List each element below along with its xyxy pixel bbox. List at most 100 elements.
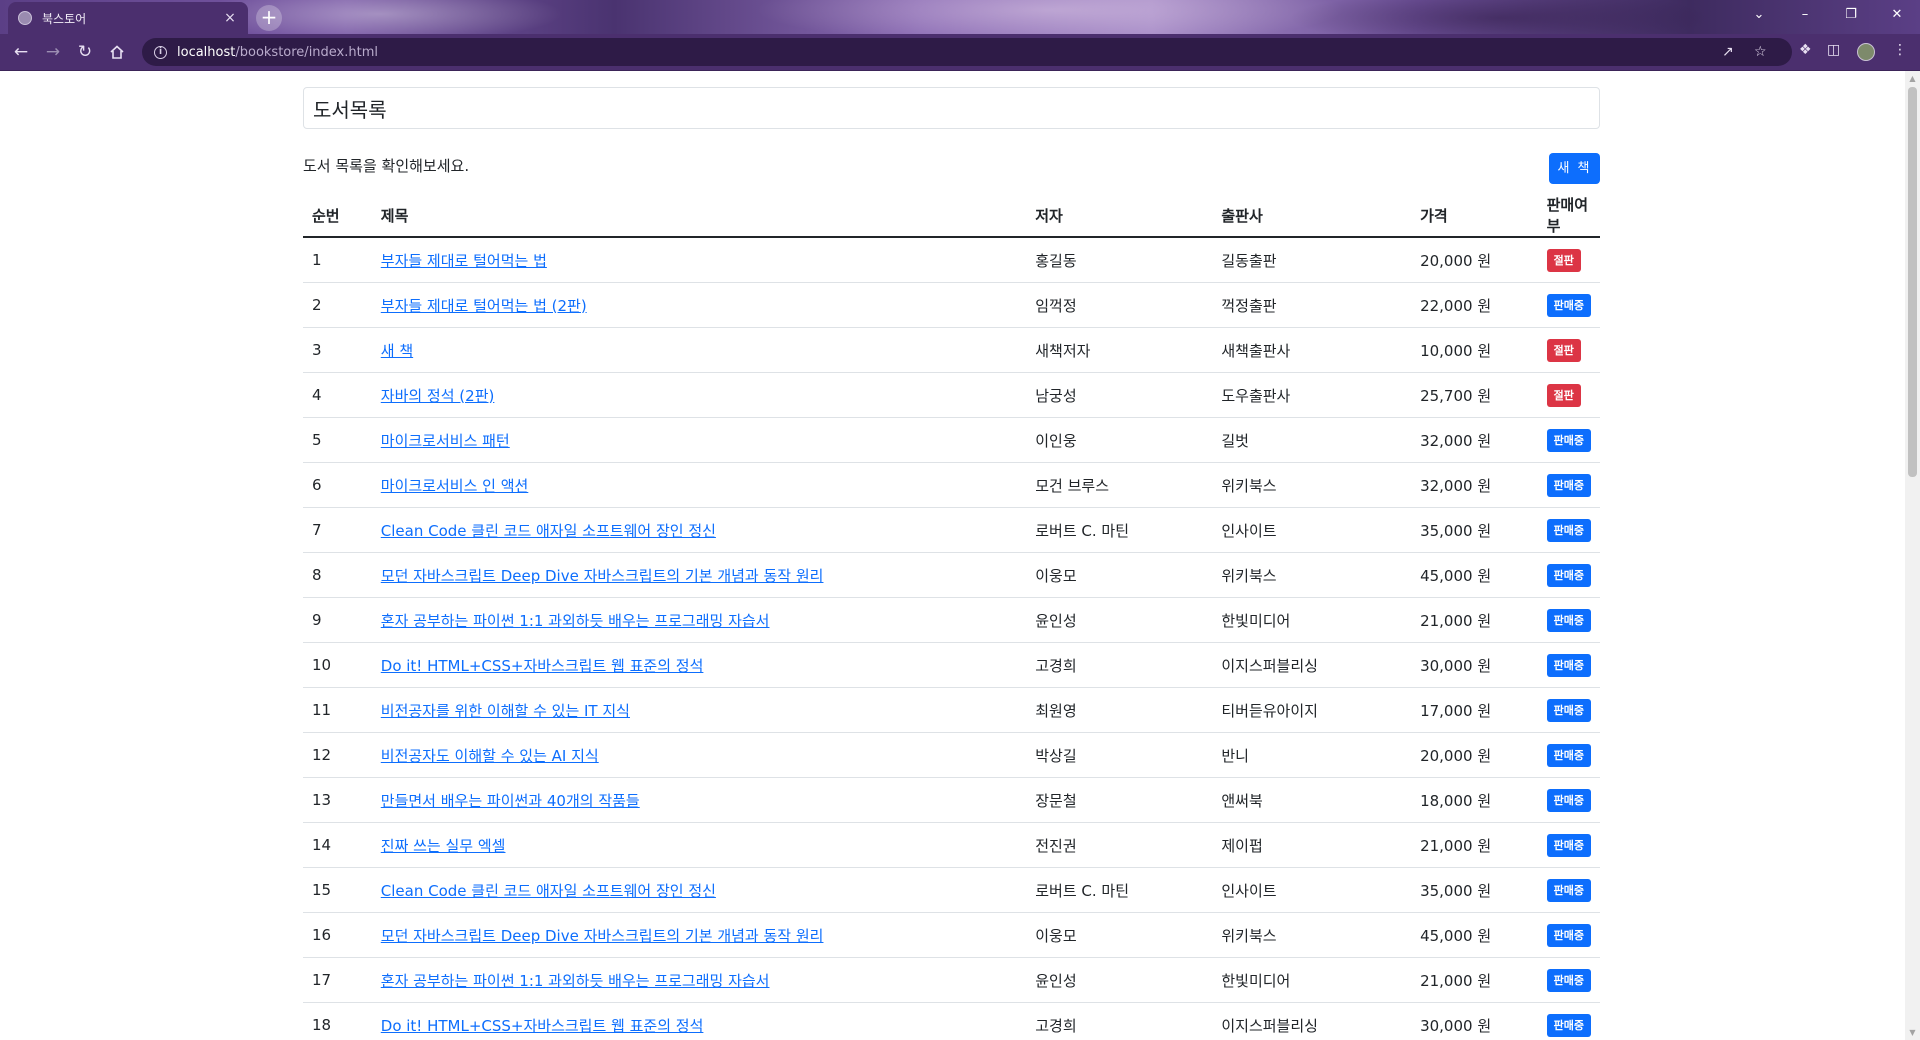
cell-title: 진짜 쓰는 실무 엑셀 xyxy=(371,822,1027,868)
book-title-link[interactable]: 부자들 제대로 털어먹는 법 (2판) xyxy=(381,297,587,315)
status-badge: 판매중 xyxy=(1546,563,1591,587)
status-badge: 판매중 xyxy=(1546,608,1591,632)
cell-title: Do it! HTML+CSS+자바스크립트 웹 표준의 정석 xyxy=(371,642,1027,688)
sidepanel-icon[interactable]: ◫ xyxy=(1827,42,1840,58)
star-icon[interactable]: ☆ xyxy=(1754,44,1767,60)
cell-status: 판매중 xyxy=(1537,822,1600,868)
cell-status: 판매중 xyxy=(1537,462,1600,508)
cell-price: 20,000 원 xyxy=(1411,732,1538,778)
book-title-link[interactable]: 마이크로서비스 패턴 xyxy=(381,432,510,450)
share-icon[interactable]: ↗ xyxy=(1722,44,1734,60)
cell-status: 판매중 xyxy=(1537,507,1600,553)
extensions-icon[interactable]: ❖ xyxy=(1799,42,1812,58)
cell-publisher: 인사이트 xyxy=(1212,867,1412,913)
book-title-link[interactable]: 마이크로서비스 인 액션 xyxy=(381,477,529,495)
table-row: 16 모던 자바스크립트 Deep Dive 자바스크립트의 기본 개념과 동작 … xyxy=(303,912,1600,958)
table-row: 10 Do it! HTML+CSS+자바스크립트 웹 표준의 정석 고경희 이지스퍼… xyxy=(303,642,1600,688)
cell-title: 마이크로서비스 패턴 xyxy=(371,417,1027,463)
cell-no: 10 xyxy=(303,642,372,688)
cell-publisher: 반니 xyxy=(1212,732,1412,778)
status-badge: 판매중 xyxy=(1546,473,1591,497)
browser-tab[interactable]: 북스토어 × xyxy=(8,2,248,34)
book-title-link[interactable]: 만들면서 배우는 파이썬과 40개의 작품들 xyxy=(381,792,640,810)
cell-no: 18 xyxy=(303,1002,372,1040)
book-title-link[interactable]: 새 책 xyxy=(381,342,413,360)
cell-author: 고경희 xyxy=(1026,642,1213,688)
status-badge: 판매중 xyxy=(1546,878,1591,902)
scroll-up-icon[interactable]: ▲ xyxy=(1905,71,1920,86)
tab-search-icon[interactable]: ⌄ xyxy=(1736,0,1782,30)
url-path: /bookstore/index.html xyxy=(235,44,378,60)
status-badge: 판매중 xyxy=(1546,698,1591,722)
cell-price: 21,000 원 xyxy=(1411,597,1538,643)
cell-author: 최원영 xyxy=(1026,687,1213,733)
status-badge: 판매중 xyxy=(1546,923,1591,947)
book-title-link[interactable]: Clean Code 클린 코드 애자일 소프트웨어 장인 정신 xyxy=(381,882,716,900)
cell-status: 판매중 xyxy=(1537,597,1600,643)
cell-author: 장문철 xyxy=(1026,777,1213,823)
vertical-scrollbar[interactable]: ▲ ▼ xyxy=(1905,71,1920,1040)
book-title-link[interactable]: 진짜 쓰는 실무 엑셀 xyxy=(381,837,506,855)
book-title-link[interactable]: Do it! HTML+CSS+자바스크립트 웹 표준의 정석 xyxy=(381,1017,704,1035)
cell-no: 7 xyxy=(303,507,372,553)
cell-title: 자바의 정석 (2판) xyxy=(371,372,1027,418)
profile-avatar[interactable] xyxy=(1857,43,1875,61)
close-window-button[interactable]: ✕ xyxy=(1874,0,1920,30)
book-title-link[interactable]: Do it! HTML+CSS+자바스크립트 웹 표준의 정석 xyxy=(381,657,704,675)
page-viewport: 도서목록 도서 목록을 확인해보세요. 새 책 순번 제목 저자 출판사 가격 … xyxy=(0,71,1905,1040)
book-title-link[interactable]: 모던 자바스크립트 Deep Dive 자바스크립트의 기본 개념과 동작 원리 xyxy=(381,567,824,585)
back-arrow-icon[interactable]: ← xyxy=(8,39,34,65)
scrollbar-thumb[interactable] xyxy=(1908,87,1917,477)
cell-author: 이웅모 xyxy=(1026,552,1213,598)
cell-author: 윤인성 xyxy=(1026,597,1213,643)
cell-publisher: 꺽정출판 xyxy=(1212,282,1412,328)
cell-publisher: 앤써북 xyxy=(1212,777,1412,823)
menu-dots-icon[interactable]: ⋮ xyxy=(1893,42,1907,58)
table-row: 2 부자들 제대로 털어먹는 법 (2판) 임꺽정 꺽정출판 22,000 원 판매중 xyxy=(303,282,1600,328)
status-badge: 판매중 xyxy=(1546,743,1591,767)
cell-price: 10,000 원 xyxy=(1411,327,1538,373)
cell-author: 새책저자 xyxy=(1026,327,1213,373)
table-row: 6 마이크로서비스 인 액션 모건 브루스 위키북스 32,000 원 판매중 xyxy=(303,462,1600,508)
new-tab-button[interactable]: + xyxy=(256,5,282,31)
status-badge: 판매중 xyxy=(1546,968,1591,992)
book-title-link[interactable]: 모던 자바스크립트 Deep Dive 자바스크립트의 기본 개념과 동작 원리 xyxy=(381,927,824,945)
cell-price: 21,000 원 xyxy=(1411,957,1538,1003)
cell-status: 판매중 xyxy=(1537,282,1600,328)
cell-no: 14 xyxy=(303,822,372,868)
cell-no: 4 xyxy=(303,372,372,418)
scroll-down-icon[interactable]: ▼ xyxy=(1905,1025,1920,1040)
book-title-link[interactable]: 자바의 정석 (2판) xyxy=(381,387,495,405)
table-row: 18 Do it! HTML+CSS+자바스크립트 웹 표준의 정석 고경희 이지스퍼… xyxy=(303,1002,1600,1040)
book-title-link[interactable]: 비전공자를 위한 이해할 수 있는 IT 지식 xyxy=(381,702,630,720)
book-title-link[interactable]: 혼자 공부하는 파이썬 1:1 과외하듯 배우는 프로그래밍 자습서 xyxy=(381,612,770,630)
cell-publisher: 한빛미디어 xyxy=(1212,597,1412,643)
cell-publisher: 이지스퍼블리싱 xyxy=(1212,642,1412,688)
cell-author: 홍길동 xyxy=(1026,237,1213,283)
forward-arrow-icon[interactable]: → xyxy=(40,39,66,65)
book-title-link[interactable]: Clean Code 클린 코드 애자일 소프트웨어 장인 정신 xyxy=(381,522,716,540)
status-badge: 절판 xyxy=(1546,248,1581,272)
cell-title: 비전공자도 이해할 수 있는 AI 지식 xyxy=(371,732,1027,778)
restore-button[interactable]: ❐ xyxy=(1828,0,1874,30)
cell-title: 새 책 xyxy=(371,327,1027,373)
minimize-button[interactable]: – xyxy=(1782,0,1828,30)
cell-publisher: 위키북스 xyxy=(1212,912,1412,958)
book-title-link[interactable]: 혼자 공부하는 파이썬 1:1 과외하듯 배우는 프로그래밍 자습서 xyxy=(381,972,770,990)
new-book-button[interactable]: 새 책 xyxy=(1549,153,1600,184)
globe-icon xyxy=(18,11,32,25)
home-icon[interactable] xyxy=(104,39,130,65)
content-container: 도서목록 도서 목록을 확인해보세요. 새 책 순번 제목 저자 출판사 가격 … xyxy=(303,87,1600,1040)
status-badge: 절판 xyxy=(1546,383,1581,407)
tab-close-icon[interactable]: × xyxy=(222,10,238,26)
table-row: 12 비전공자도 이해할 수 있는 AI 지식 박상길 반니 20,000 원 판매중 xyxy=(303,732,1600,778)
reload-icon[interactable]: ↻ xyxy=(72,39,98,65)
book-title-link[interactable]: 부자들 제대로 털어먹는 법 xyxy=(381,252,547,270)
book-title-link[interactable]: 비전공자도 이해할 수 있는 AI 지식 xyxy=(381,747,599,765)
cell-title: Clean Code 클린 코드 애자일 소프트웨어 장인 정신 xyxy=(371,507,1027,553)
table-row: 13 만들면서 배우는 파이썬과 40개의 작품들 장문철 앤써북 18,000 원 판매… xyxy=(303,777,1600,823)
info-icon[interactable]: i xyxy=(154,45,167,59)
address-bar[interactable]: i localhost/bookstore/index.html ↗ ☆ xyxy=(142,38,1792,66)
page-title: 도서목록 xyxy=(303,87,1600,129)
cell-price: 30,000 원 xyxy=(1411,642,1538,688)
